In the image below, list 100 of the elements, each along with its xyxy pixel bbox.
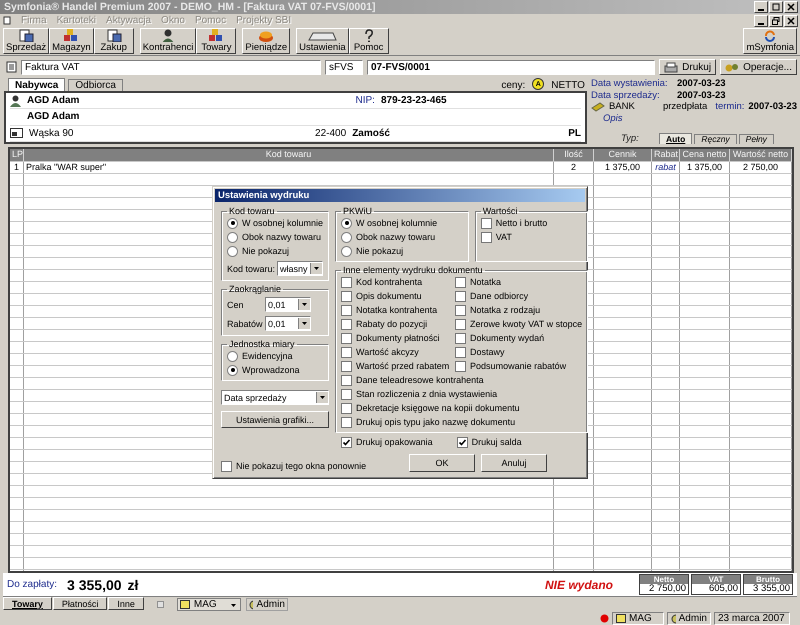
checkbox[interactable]	[156, 601, 164, 608]
checkbox[interactable]	[455, 276, 466, 288]
radio-option[interactable]: W osobnej kolumnie	[227, 217, 324, 229]
checkbox-option[interactable]: Dostawy	[455, 346, 582, 358]
radio-circle[interactable]	[227, 364, 238, 376]
checkbox[interactable]	[480, 218, 492, 228]
column-header[interactable]: Ilość	[554, 149, 594, 161]
checkbox[interactable]	[341, 360, 352, 372]
column-header[interactable]: Kod towaru	[24, 149, 554, 161]
checkbox-option[interactable]: Kod kontrahenta	[341, 276, 454, 288]
checkbox-option[interactable]: Dane teleadresowe kontrahenta	[341, 374, 582, 386]
close-button[interactable]	[784, 1, 798, 13]
ok-button[interactable]: OK	[409, 454, 475, 472]
party-tab[interactable]: Odbiorca	[68, 79, 123, 91]
warehouse-dropdown[interactable]: MAG	[176, 598, 241, 611]
checkbox-option[interactable]: Stan rozliczenia z dnia wystawienia	[341, 388, 582, 400]
radio-circle[interactable]	[341, 246, 352, 256]
checkbox-option[interactable]: Notatka kontrahenta	[341, 304, 454, 316]
checkbox-option[interactable]: Notatka z rodzaju	[455, 304, 582, 316]
toolbar-button[interactable]: Sprzedaż	[3, 28, 50, 54]
maximize-button[interactable]	[769, 1, 783, 13]
type-tab[interactable]: Auto	[658, 133, 692, 144]
checkbox[interactable]	[341, 318, 352, 330]
series-field[interactable]: sFVS	[325, 60, 363, 74]
type-tab[interactable]: Pełny	[738, 134, 774, 144]
graphics-settings-button[interactable]: Ustawienia grafiki...	[221, 411, 330, 428]
checkbox[interactable]	[455, 332, 466, 344]
checkbox-option[interactable]: Dokumenty płatności	[341, 332, 454, 344]
checkbox[interactable]	[341, 346, 352, 358]
checkbox-option[interactable]: Rabaty do pozycji	[341, 318, 454, 330]
toolbar-button[interactable]: Towary	[196, 28, 236, 54]
dropdown[interactable]: własny	[277, 261, 324, 276]
checkbox[interactable]	[341, 332, 352, 344]
close-button[interactable]	[784, 14, 798, 26]
checkbox-option[interactable]: Dane odbiorcy	[455, 290, 582, 302]
radio-option[interactable]: Nie pokazuj	[227, 245, 324, 257]
radio-option[interactable]: W osobnej kolumnie	[341, 217, 463, 229]
checkbox[interactable]	[341, 388, 352, 400]
radio-option[interactable]: Nie pokazuj	[341, 245, 463, 257]
radio-circle[interactable]	[227, 246, 238, 256]
toolbar-button[interactable]: Kontrahenci	[140, 28, 196, 54]
checkbox[interactable]	[455, 318, 466, 330]
checkbox-option[interactable]: Netto i brutto	[480, 217, 582, 229]
checkbox-option[interactable]: Zerowe kwoty VAT w stopce	[455, 318, 582, 330]
dropdown[interactable]: 0,01	[265, 316, 311, 331]
dropdown[interactable]: Data sprzedaży	[221, 390, 330, 405]
checkbox[interactable]	[480, 232, 492, 242]
toolbar-button[interactable]: Magazyn	[49, 28, 94, 54]
checkbox[interactable]	[456, 436, 468, 448]
number-field[interactable]: 07-FVS/0001	[367, 60, 656, 74]
checkbox-option[interactable]: Drukuj opis typu jako nazwę dokumentu	[341, 416, 582, 428]
radio-option[interactable]: Wprowadzona	[227, 364, 324, 376]
column-header[interactable]: Rabat	[652, 149, 680, 161]
toolbar-button[interactable]: Pieniądze	[242, 28, 290, 54]
checkbox-option[interactable]: Drukuj salda	[456, 436, 522, 448]
radio-circle[interactable]	[227, 232, 238, 242]
document-icon[interactable]	[3, 16, 11, 25]
bottom-tab[interactable]: Inne	[108, 597, 144, 610]
toolbar-button[interactable]: Zakup	[94, 28, 134, 54]
checkbox[interactable]	[455, 290, 466, 302]
radio-circle[interactable]	[227, 350, 238, 362]
checkbox-option[interactable]: Nie pokazuj tego okna ponownie	[221, 460, 366, 472]
checkbox[interactable]	[341, 436, 352, 448]
checkbox[interactable]	[455, 346, 466, 358]
checkbox-option[interactable]: Drukuj opakowania	[341, 436, 433, 448]
checkbox-option[interactable]: Opis dokumentu	[341, 290, 454, 302]
radio-circle[interactable]	[227, 218, 238, 228]
toolbar-button[interactable]: Ustawienia	[296, 28, 349, 54]
column-header[interactable]: Wartość netto	[730, 149, 792, 161]
radio-circle[interactable]	[341, 218, 352, 228]
party-tab[interactable]: Nabywca	[8, 78, 66, 91]
checkbox-option[interactable]: Podsumowanie rabatów	[455, 360, 582, 372]
checkbox[interactable]	[341, 374, 352, 386]
checkbox[interactable]	[341, 304, 352, 316]
checkbox[interactable]	[455, 360, 466, 372]
checkbox[interactable]	[455, 304, 466, 316]
checkbox[interactable]	[341, 402, 352, 414]
bottom-tab[interactable]: Towary	[3, 597, 52, 610]
cancel-button[interactable]: Anuluj	[481, 454, 547, 472]
checkbox-option[interactable]: Wartość przed rabatem	[341, 360, 454, 372]
minimize-button[interactable]	[754, 14, 768, 26]
column-header[interactable]: LP	[10, 149, 24, 161]
bottom-tab[interactable]: Płatności	[52, 597, 108, 610]
toolbar-button[interactable]: Pomoc	[348, 28, 389, 54]
checkbox[interactable]	[341, 276, 352, 288]
radio-circle[interactable]	[341, 232, 352, 242]
column-header[interactable]: Cennik	[594, 149, 652, 161]
column-header[interactable]: Cena netto	[680, 149, 730, 161]
checkbox[interactable]	[341, 290, 352, 302]
dropdown[interactable]: 0,01	[265, 297, 311, 312]
minimize-button[interactable]	[754, 1, 768, 13]
checkbox-option[interactable]: VAT	[480, 231, 582, 243]
radio-option[interactable]: Obok nazwy towaru	[341, 231, 463, 243]
operations-button[interactable]: Operacje...	[720, 59, 797, 75]
print-button[interactable]: Drukuj	[659, 59, 716, 75]
checkbox-option[interactable]: Dekretacje księgowe na kopii dokumentu	[341, 402, 582, 414]
type-tab[interactable]: Ręczny	[694, 134, 737, 144]
restore-button[interactable]	[769, 14, 783, 26]
checkbox[interactable]	[221, 460, 232, 472]
toolbar-button[interactable]: mSymfonia	[743, 28, 797, 54]
